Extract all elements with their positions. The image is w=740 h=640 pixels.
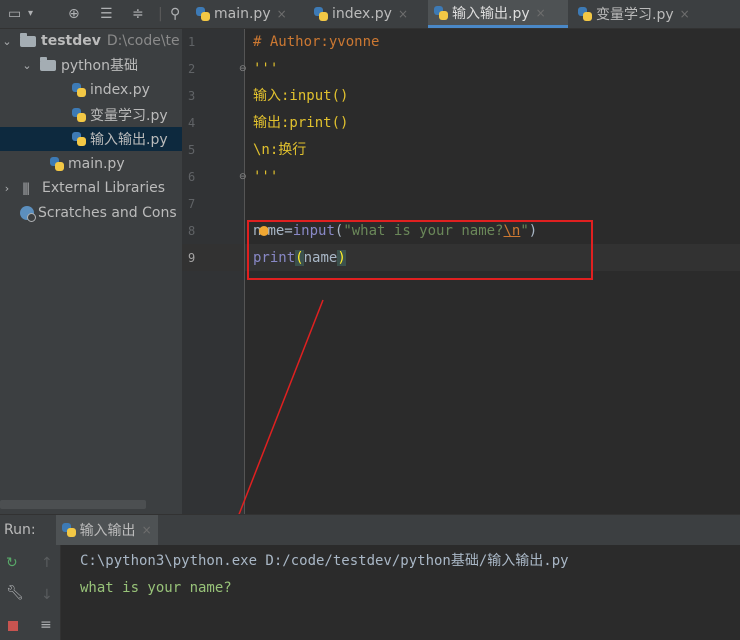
- close-icon[interactable]: ×: [142, 523, 152, 537]
- arrow-up-icon[interactable]: ↑: [41, 555, 53, 571]
- stop-icon[interactable]: [8, 621, 18, 631]
- console-output-line: what is your name?: [80, 580, 232, 596]
- wrench-icon[interactable]: 🔧︎: [6, 585, 24, 601]
- run-label: Run:: [4, 522, 36, 538]
- arrow-down-icon[interactable]: ↓: [41, 587, 53, 603]
- run-tab[interactable]: 输入输出 ×: [55, 515, 158, 545]
- rerun-icon[interactable]: ↻: [6, 555, 18, 571]
- soft-wrap-icon[interactable]: ≡: [40, 617, 52, 633]
- console-command-line: C:\python3\python.exe D:/code/testdev/py…: [80, 553, 569, 569]
- python-run-icon: [61, 523, 76, 537]
- run-tab-label: 输入输出: [79, 523, 136, 539]
- run-toolbar-secondary: ↑ ↓ ≡: [36, 545, 61, 640]
- run-panel-header: Run: 输入输出 ×: [0, 514, 740, 545]
- run-toolbar: ↻ 🔧︎: [0, 545, 36, 640]
